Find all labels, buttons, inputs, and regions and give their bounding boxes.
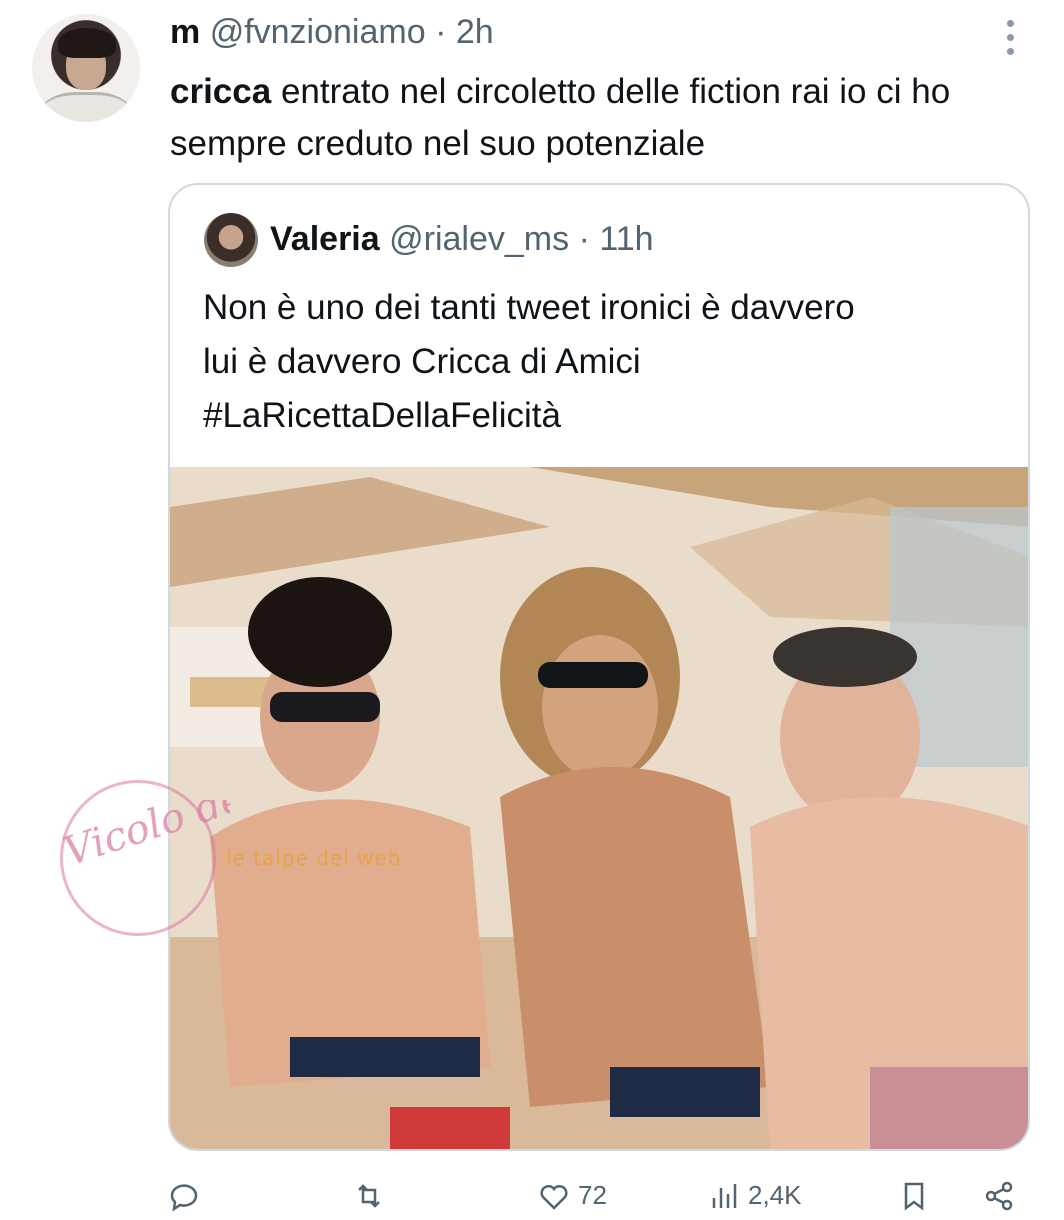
- more-vertical-icon[interactable]: [998, 18, 1022, 58]
- watermark-banner: le talpe del web: [226, 846, 402, 870]
- tweet-mention: cricca: [170, 72, 272, 111]
- reply-icon: [170, 1184, 198, 1212]
- quoted-tweet-card[interactable]: Valeria @rialev_ms · 11h Non è uno dei t…: [168, 183, 1030, 1151]
- quoted-tweet-time: 11h: [599, 220, 654, 258]
- reply-button[interactable]: [168, 1180, 200, 1220]
- retweet-button[interactable]: [353, 1180, 385, 1220]
- share-icon: [985, 1181, 1013, 1211]
- views-button[interactable]: 2,4K: [708, 1180, 802, 1220]
- quoted-author-avatar[interactable]: [204, 213, 258, 267]
- like-button[interactable]: 72: [538, 1180, 607, 1220]
- author-handle[interactable]: @fvnzioniamo: [210, 13, 426, 51]
- watermark-logo-text: Vicolo delle News: [60, 800, 230, 875]
- quoted-author-name: Valeria: [270, 220, 380, 258]
- quoted-hashtag: #LaRicettaDellaFelicità: [203, 396, 561, 435]
- tweet-text: cricca entrato nel circoletto delle fict…: [170, 66, 1040, 170]
- quoted-tweet-photo[interactable]: [170, 467, 1028, 1149]
- beach-photo-illustration: [170, 467, 1028, 1149]
- quoted-author-handle: @rialev_ms: [389, 220, 570, 258]
- retweet-icon: [358, 1184, 380, 1208]
- quoted-text-line: lui è davvero Cricca di Amici: [203, 342, 641, 381]
- share-button[interactable]: [983, 1180, 1015, 1220]
- quoted-header-separator: ·: [578, 220, 590, 258]
- header-separator: ·: [435, 13, 447, 51]
- views-count: 2,4K: [748, 1180, 802, 1210]
- tweet-actions: 72 2,4K: [168, 1180, 1028, 1220]
- author-name[interactable]: m: [170, 13, 200, 51]
- bookmark-icon: [904, 1182, 924, 1211]
- quoted-tweet-text: Non è uno dei tanti tweet ironici è davv…: [203, 281, 1013, 443]
- author-avatar[interactable]: [32, 14, 140, 122]
- views-icon: [712, 1184, 737, 1208]
- avatar-hair-shape: [58, 28, 116, 58]
- tweet-body: entrato nel circoletto delle fiction rai…: [170, 72, 951, 163]
- avatar-shirt-shape: [40, 92, 132, 122]
- watermark-logo-label: Vicolo delle News: [60, 800, 230, 875]
- quoted-text-line: Non è uno dei tanti tweet ironici è davv…: [203, 288, 855, 327]
- like-count: 72: [578, 1180, 607, 1210]
- tweet-time[interactable]: 2h: [456, 13, 494, 51]
- bookmark-button[interactable]: [898, 1180, 930, 1220]
- quoted-tweet-header: Valeria @rialev_ms · 11h: [270, 215, 654, 263]
- like-icon: [540, 1184, 568, 1210]
- tweet-header: m @fvnzioniamo · 2h: [170, 10, 494, 54]
